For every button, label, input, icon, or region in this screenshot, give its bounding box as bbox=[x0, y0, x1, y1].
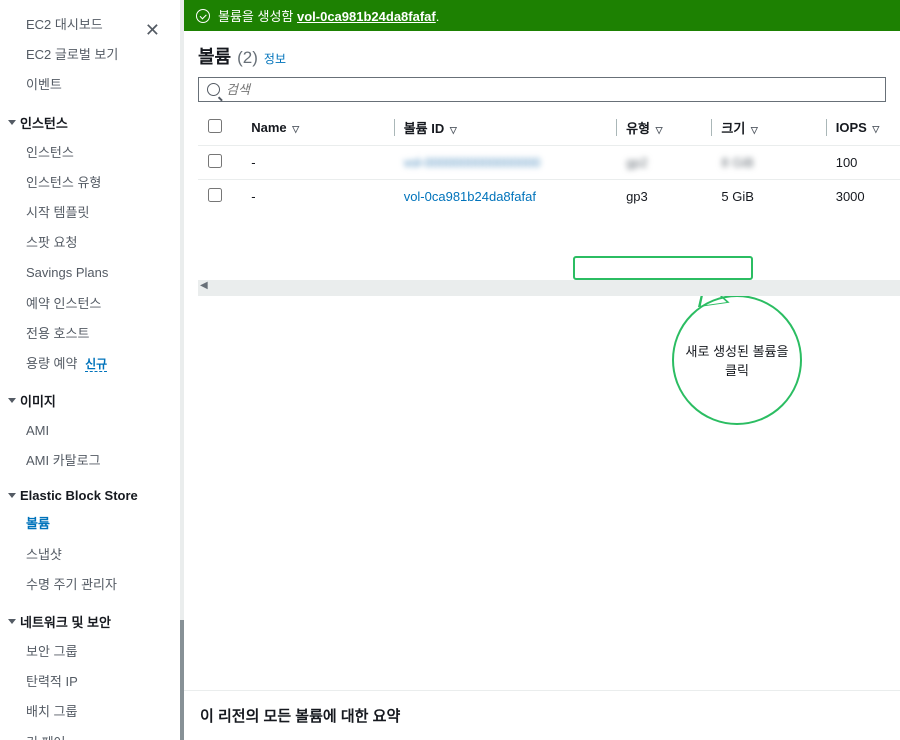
nav-item[interactable]: 스팟 요청 bbox=[4, 228, 180, 258]
resource-count: (2) bbox=[237, 48, 258, 68]
row-checkbox[interactable] bbox=[208, 154, 222, 168]
nav-item[interactable]: EC2 글로벌 보기 bbox=[4, 40, 180, 70]
select-all-checkbox[interactable] bbox=[208, 119, 222, 133]
search-icon bbox=[207, 83, 220, 96]
nav-item[interactable]: 스냅샷 bbox=[4, 540, 180, 570]
cell-iops: 3000 bbox=[826, 180, 900, 214]
nav-group-header[interactable]: 인스턴스 bbox=[4, 107, 180, 138]
volumes-table-wrap: Name ▽볼륨 ID ▽유형 ▽크기 ▽IOPS ▽처리량 ▽ -vol-00… bbox=[198, 110, 900, 690]
column-header[interactable]: IOPS ▽ bbox=[826, 110, 900, 146]
nav-item[interactable]: 수명 주기 관리자 bbox=[4, 570, 180, 600]
cell-size: 5 GiB bbox=[711, 180, 825, 214]
nav-item[interactable]: 예약 인스턴스 bbox=[4, 289, 180, 319]
horizontal-scrollbar[interactable] bbox=[198, 280, 900, 296]
nav-item[interactable]: 이벤트 bbox=[4, 70, 180, 100]
banner-text: 볼륨을 생성함 bbox=[218, 9, 297, 24]
caret-down-icon bbox=[8, 120, 16, 125]
caret-down-icon bbox=[8, 398, 16, 403]
annotation-bubble: 새로 생성된 볼륨을 클릭 bbox=[672, 295, 802, 425]
cell-volume-id[interactable]: vol-0ca981b24da8fafaf bbox=[394, 180, 616, 214]
nav-item[interactable]: Savings Plans bbox=[4, 258, 180, 288]
main-pane: 볼륨을 생성함 vol-0ca981b24da8fafaf. 볼륨 (2) 정보… bbox=[184, 0, 900, 740]
sort-icon: ▽ bbox=[751, 125, 758, 135]
check-circle-icon bbox=[196, 9, 210, 23]
cell-type: gp3 bbox=[616, 180, 711, 214]
highlight-box bbox=[573, 256, 753, 280]
nav-group-header[interactable]: 이미지 bbox=[4, 385, 180, 416]
volumes-table: Name ▽볼륨 ID ▽유형 ▽크기 ▽IOPS ▽처리량 ▽ -vol-00… bbox=[198, 110, 900, 213]
column-header[interactable]: 크기 ▽ bbox=[711, 110, 825, 146]
close-icon[interactable]: ✕ bbox=[145, 20, 160, 41]
nav-item[interactable]: 볼륨 bbox=[4, 509, 180, 539]
nav-item[interactable]: 전용 호스트 bbox=[4, 319, 180, 349]
cell-type: gp2 bbox=[616, 146, 711, 180]
column-header[interactable]: 유형 ▽ bbox=[616, 110, 711, 146]
nav-item[interactable]: 배치 그룹 bbox=[4, 697, 180, 727]
caret-down-icon bbox=[8, 493, 16, 498]
nav-group-header[interactable]: 네트워크 및 보안 bbox=[4, 606, 180, 637]
sort-icon: ▽ bbox=[292, 124, 299, 134]
table-row[interactable]: -vol-0000000000000000gp28 GiB100- bbox=[198, 146, 900, 180]
nav-item[interactable]: 인스턴스 유형 bbox=[4, 168, 180, 198]
nav-item[interactable]: 인스턴스 bbox=[4, 138, 180, 168]
nav-groups: 인스턴스인스턴스인스턴스 유형시작 템플릿스팟 요청Savings Plans예… bbox=[4, 107, 180, 740]
sidebar: ✕ EC2 대시보드EC2 글로벌 보기이벤트 인스턴스인스턴스인스턴스 유형시… bbox=[0, 0, 180, 740]
nav-item[interactable]: 탄력적 IP bbox=[4, 667, 180, 697]
nav-item[interactable]: AMI 카탈로그 bbox=[4, 446, 180, 476]
nav-item[interactable]: 키 페어 bbox=[4, 728, 180, 740]
page-title: 볼륨 bbox=[198, 43, 231, 69]
caret-down-icon bbox=[8, 619, 16, 624]
nav-item[interactable]: AMI bbox=[4, 416, 180, 446]
banner-volume-link[interactable]: vol-0ca981b24da8fafaf bbox=[297, 9, 436, 24]
region-summary-heading: 이 리전의 모든 볼륨에 대한 요약 bbox=[184, 690, 900, 740]
info-link[interactable]: 정보 bbox=[264, 50, 286, 67]
cell-volume-id[interactable]: vol-0000000000000000 bbox=[394, 146, 616, 180]
search-input[interactable] bbox=[226, 82, 877, 97]
column-header[interactable]: Name ▽ bbox=[241, 110, 393, 146]
sort-icon: ▽ bbox=[656, 125, 663, 135]
nav-item[interactable]: 용량 예약 신규 bbox=[4, 349, 180, 379]
nav-item[interactable]: 시작 템플릿 bbox=[4, 198, 180, 228]
nav-item[interactable]: 보안 그룹 bbox=[4, 637, 180, 667]
sort-icon: ▽ bbox=[872, 124, 879, 134]
new-badge: 신규 bbox=[85, 357, 107, 372]
table-row[interactable]: -vol-0ca981b24da8fafafgp35 GiB3000125 bbox=[198, 180, 900, 214]
column-header[interactable]: 볼륨 ID ▽ bbox=[394, 110, 616, 146]
sort-icon: ▽ bbox=[450, 125, 457, 135]
cell-name: - bbox=[241, 180, 393, 214]
cell-name: - bbox=[241, 146, 393, 180]
search-box[interactable] bbox=[198, 77, 886, 102]
nav-group-header[interactable]: Elastic Block Store bbox=[4, 482, 180, 509]
cell-size: 8 GiB bbox=[711, 146, 825, 180]
cell-iops: 100 bbox=[826, 146, 900, 180]
row-checkbox[interactable] bbox=[208, 188, 222, 202]
success-banner: 볼륨을 생성함 vol-0ca981b24da8fafaf. bbox=[184, 0, 900, 31]
